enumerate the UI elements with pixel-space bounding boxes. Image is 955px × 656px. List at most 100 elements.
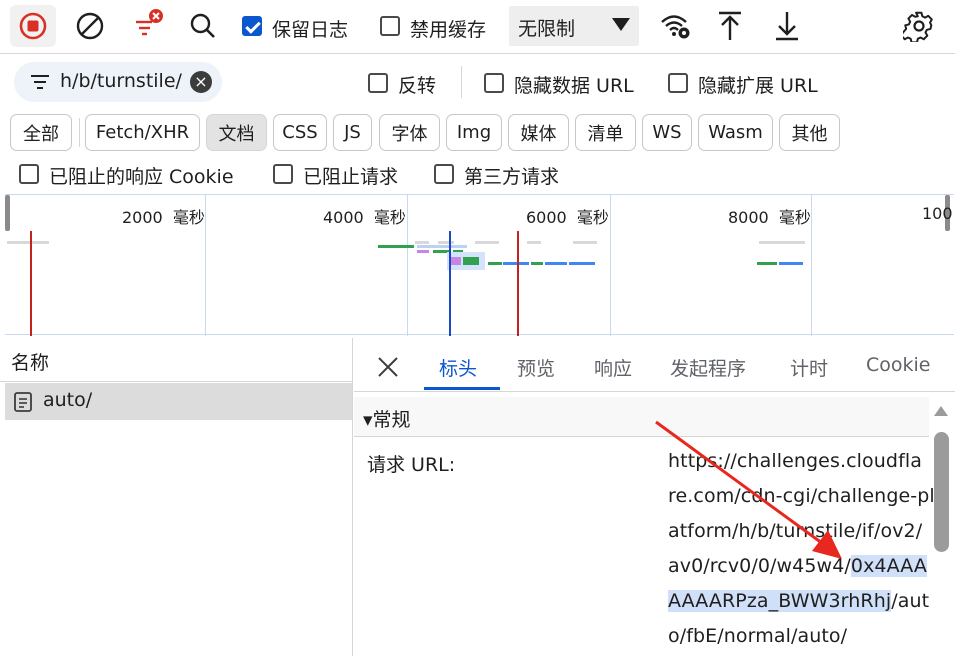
overview-bar xyxy=(7,241,49,244)
type-filter-font[interactable]: 字体 xyxy=(379,114,440,151)
hide-extension-url-label: 隐藏扩展 URL xyxy=(698,75,818,97)
network-settings-button[interactable] xyxy=(896,5,942,47)
document-icon xyxy=(14,392,32,412)
overview-bar xyxy=(463,257,479,265)
clear-filter-icon[interactable]: × xyxy=(190,71,212,93)
overview-bar xyxy=(488,262,502,265)
preserve-log-label: 保留日志 xyxy=(272,19,349,41)
gridline xyxy=(407,195,408,336)
search-icon xyxy=(190,13,215,38)
selected-text: 0x4AAA xyxy=(850,555,927,577)
record-button[interactable] xyxy=(10,5,56,47)
hide-data-url-checkbox[interactable] xyxy=(484,73,504,93)
overview-bar xyxy=(378,245,414,248)
import-har-button[interactable] xyxy=(707,5,753,47)
type-filter-media[interactable]: 媒体 xyxy=(508,114,569,151)
tab-timing[interactable]: 计时 xyxy=(790,354,828,381)
network-overview-timeline[interactable]: 2000 毫秒 4000 毫秒 6000 毫秒 8000 毫秒 100 xyxy=(5,194,954,336)
overview-bar xyxy=(531,262,543,265)
filter-chip[interactable]: h/b/turnstile/ × xyxy=(14,62,222,102)
filter-active-icon xyxy=(136,9,163,36)
invert-checkbox[interactable] xyxy=(368,73,388,93)
filter-input[interactable]: h/b/turnstile/ xyxy=(60,70,182,92)
name-column-header[interactable]: 名称 xyxy=(0,338,353,382)
type-filter-css[interactable]: CSS xyxy=(273,114,327,151)
dropdown-arrow-icon xyxy=(612,18,630,31)
disable-cache-label: 禁用缓存 xyxy=(410,19,487,41)
overview-left-handle[interactable] xyxy=(5,195,10,231)
tab-headers[interactable]: 标头 xyxy=(439,354,477,381)
clear-icon xyxy=(76,12,104,40)
tab-initiator[interactable]: 发起程序 xyxy=(670,354,746,381)
blocked-requests-label: 已阻止请求 xyxy=(303,166,399,188)
search-button[interactable] xyxy=(180,5,226,47)
overview-bar xyxy=(417,250,429,253)
type-filter-js[interactable]: JS xyxy=(333,114,372,151)
download-icon xyxy=(776,12,798,41)
type-filter-manifest[interactable]: 清单 xyxy=(575,114,636,151)
overview-bar xyxy=(759,241,805,244)
tick-label-6000: 6000 毫秒 xyxy=(526,208,609,227)
close-icon[interactable] xyxy=(376,355,400,379)
tab-response[interactable]: 响应 xyxy=(594,354,632,381)
hide-extension-url-checkbox[interactable] xyxy=(668,73,688,93)
gridline xyxy=(205,195,206,336)
overview-bar xyxy=(545,262,567,265)
filter-toggle-button[interactable] xyxy=(123,5,169,47)
export-har-button[interactable] xyxy=(764,5,810,47)
divider xyxy=(461,66,462,98)
load-event-marker xyxy=(30,231,32,336)
record-icon xyxy=(19,12,47,40)
preserve-log-checkbox[interactable] xyxy=(242,16,262,36)
type-filter-fetch-xhr[interactable]: Fetch/XHR xyxy=(85,114,200,151)
type-filter-all[interactable]: 全部 xyxy=(10,114,72,151)
active-tab-indicator xyxy=(424,387,500,390)
scroll-up-icon[interactable] xyxy=(933,405,949,417)
blocked-requests-checkbox[interactable] xyxy=(273,164,293,184)
overview-bar xyxy=(415,241,429,244)
wifi-settings-icon xyxy=(661,15,690,39)
type-filter-img[interactable]: Img xyxy=(446,114,502,151)
overview-bar xyxy=(417,245,467,248)
overview-bar xyxy=(573,241,597,244)
blocked-cookies-label: 已阻止的响应 Cookie xyxy=(49,166,234,188)
third-party-checkbox[interactable] xyxy=(434,164,454,184)
request-url-line: AAAARPza_BWW3rhRhj/aut xyxy=(668,590,930,612)
scrollbar-thumb[interactable] xyxy=(934,432,949,552)
network-toolbar: 保留日志 禁用缓存 无限制 xyxy=(0,0,955,54)
overview-bar xyxy=(527,241,541,244)
divider xyxy=(79,118,80,147)
invert-label: 反转 xyxy=(398,75,437,97)
tab-preview[interactable]: 预览 xyxy=(517,354,555,381)
request-name: auto/ xyxy=(43,389,93,411)
request-list: 名称 auto/ xyxy=(0,338,353,656)
load-event-marker xyxy=(517,231,519,336)
type-filter-ws[interactable]: WS xyxy=(642,114,692,151)
type-filter-doc[interactable]: 文档 xyxy=(206,114,267,151)
dom-content-loaded-marker xyxy=(449,231,451,336)
gridline xyxy=(811,195,812,336)
filter-icon xyxy=(31,75,49,89)
name-column-label: 名称 xyxy=(11,352,50,374)
type-filter-other[interactable]: 其他 xyxy=(779,114,840,151)
gear-icon xyxy=(903,11,933,42)
disable-cache-checkbox[interactable] xyxy=(380,16,400,36)
throttling-select[interactable]: 无限制 xyxy=(509,6,639,46)
selected-text: AAAARPza_BWW3rhRhj xyxy=(668,590,892,612)
tab-cookies[interactable]: Cookie xyxy=(866,354,931,376)
tick-label-4000: 4000 毫秒 xyxy=(323,208,406,227)
clear-button[interactable] xyxy=(67,5,113,47)
annotation-arrow-icon xyxy=(655,420,842,559)
overview-bar xyxy=(503,262,529,265)
upload-icon xyxy=(719,11,741,40)
tick-label-10000: 100 xyxy=(922,204,953,223)
type-filter-wasm[interactable]: Wasm xyxy=(698,114,773,151)
request-row[interactable]: auto/ xyxy=(5,383,352,420)
request-url-line: o/fbE/normal/auto/ xyxy=(668,625,848,647)
request-url-label: 请求 URL: xyxy=(367,454,456,476)
network-conditions-button[interactable] xyxy=(653,5,699,47)
overview-bar xyxy=(757,262,777,265)
blocked-cookies-checkbox[interactable] xyxy=(19,164,39,184)
gridline xyxy=(610,195,611,336)
tick-label-8000: 8000 毫秒 xyxy=(728,208,811,227)
